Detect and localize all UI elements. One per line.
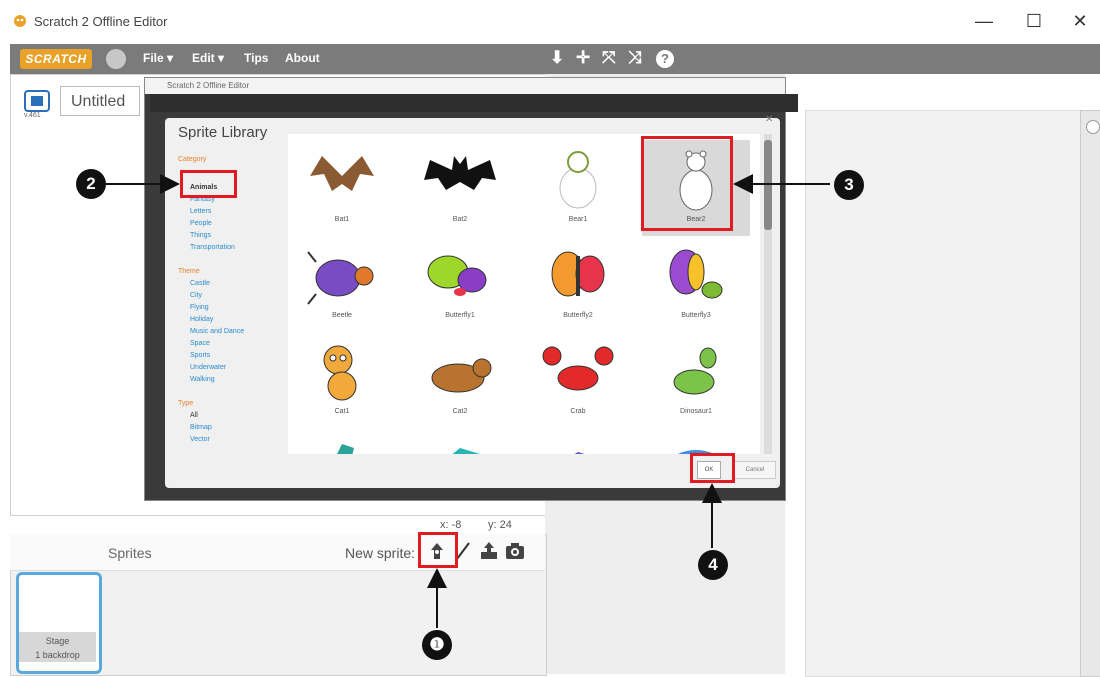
callout-1: ❶ <box>422 630 452 660</box>
callout-3: 3 <box>834 170 864 200</box>
callout-arrows <box>106 174 830 628</box>
callout-2: 2 <box>76 169 106 199</box>
callout-4: 4 <box>698 550 728 580</box>
